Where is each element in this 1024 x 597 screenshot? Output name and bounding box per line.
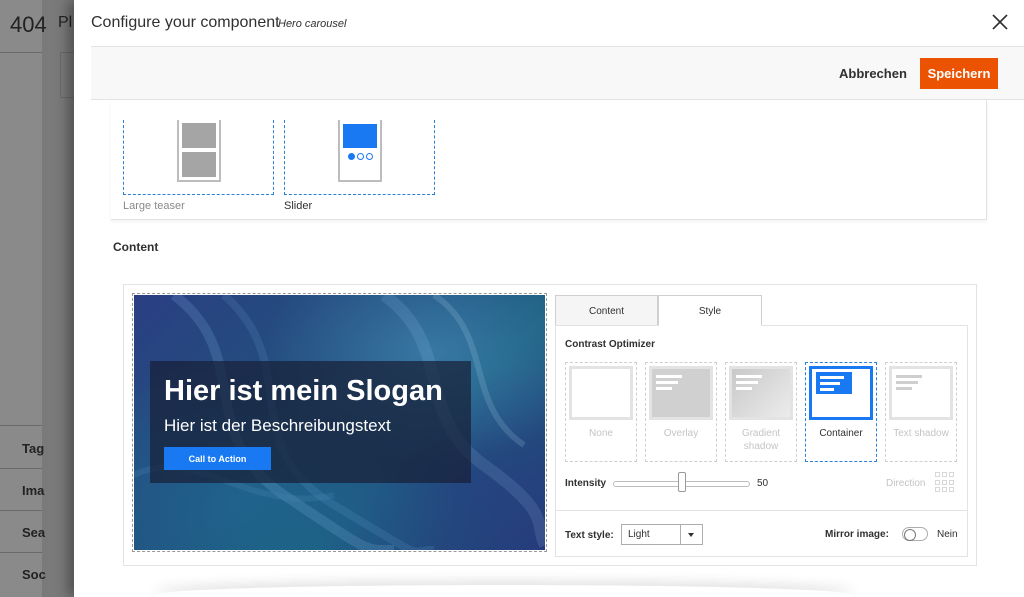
- hero-description[interactable]: Hier ist der Beschreibungstext: [164, 416, 391, 436]
- contrast-option-label: Overlay: [663, 428, 699, 439]
- intensity-value: 50: [757, 478, 769, 489]
- background-block: [60, 52, 74, 98]
- thumbnail-text-line: [736, 381, 758, 384]
- next-section-edge: [154, 585, 854, 597]
- contrast-option-text-shadow[interactable]: Text shadow: [885, 362, 957, 462]
- mirror-image-toggle[interactable]: [902, 527, 928, 541]
- thumbnail-text-line: [656, 381, 678, 384]
- text-container-overlay: Hier ist mein Slogan Hier ist der Beschr…: [150, 361, 471, 483]
- contrast-optimizer-label: Contrast Optimizer: [565, 339, 656, 350]
- background-divider: [0, 425, 42, 426]
- background-side-item: Soc: [22, 567, 46, 582]
- direction-label: Direction: [886, 478, 926, 489]
- tab-style[interactable]: Style: [658, 295, 762, 326]
- content-editor-panel: Hier ist mein Slogan Hier ist der Beschr…: [123, 284, 977, 566]
- action-bar: Abbrechen Speichern: [91, 46, 1024, 100]
- large-teaser-icon-block: [182, 123, 216, 148]
- close-icon: [992, 14, 1008, 30]
- thumbnail-text-line: [820, 382, 840, 385]
- background-title-fragment: Pl: [58, 14, 73, 31]
- thumbnail-text-line: [896, 387, 912, 390]
- layout-option-slider[interactable]: [284, 120, 435, 195]
- slider-icon-image: [343, 124, 377, 148]
- background-divider: [0, 52, 42, 53]
- contrast-option-label: Gradient shadow: [741, 428, 781, 452]
- contrast-container-thumbnail: [809, 366, 873, 420]
- background-side-item: Tag: [22, 441, 45, 456]
- content-section-heading: Content: [113, 240, 159, 254]
- configure-component-modal: Configure your component Hero carousel A…: [74, 0, 1024, 597]
- layout-label-slider: Slider: [284, 200, 313, 212]
- slider-icon-dot: [357, 153, 364, 160]
- contrast-text-shadow-thumbnail: [889, 366, 953, 420]
- slider-icon: [338, 120, 382, 182]
- mirror-image-label: Mirror image:: [825, 529, 889, 540]
- chevron-down-icon: [680, 525, 702, 544]
- style-settings-panel: Content Style Contrast Optimizer None Ov…: [555, 295, 968, 557]
- modal-subtitle: Hero carousel: [278, 18, 347, 30]
- contrast-gradient-thumbnail: [729, 366, 793, 420]
- layout-option-large-teaser[interactable]: [123, 120, 274, 195]
- thumbnail-text-line: [656, 375, 682, 378]
- contrast-option-label: None: [589, 428, 613, 439]
- hero-preview[interactable]: Hier ist mein Slogan Hier ist der Beschr…: [132, 293, 547, 552]
- style-tab-body: Contrast Optimizer None Overlay Gradient…: [555, 325, 968, 557]
- direction-grid-icon: [935, 472, 956, 493]
- thumbnail-text-line: [896, 375, 922, 378]
- contrast-option-label: Container: [819, 428, 863, 439]
- contrast-option-gradient-shadow[interactable]: Gradient shadow: [725, 362, 797, 462]
- contrast-option-container[interactable]: Container: [805, 362, 877, 462]
- text-style-label: Text style:: [565, 530, 614, 541]
- contrast-none-thumbnail: [569, 366, 633, 420]
- save-button[interactable]: Speichern: [920, 58, 998, 89]
- thumbnail-container-block: [816, 372, 852, 394]
- contrast-overlay-thumbnail: [649, 366, 713, 420]
- thumbnail-text-line: [736, 375, 762, 378]
- modal-title: Configure your component: [91, 14, 280, 31]
- layout-selector: Large teaser Slider: [111, 100, 987, 220]
- contrast-option-overlay[interactable]: Overlay: [645, 362, 717, 462]
- thumbnail-text-line: [656, 387, 672, 390]
- thumbnail-text-line: [736, 387, 752, 390]
- text-style-select[interactable]: Light: [621, 524, 703, 545]
- thumbnail-text-line: [896, 381, 918, 384]
- intensity-slider-handle[interactable]: [677, 472, 686, 492]
- layout-label-large-teaser: Large teaser: [123, 200, 185, 212]
- large-teaser-icon-block: [182, 152, 216, 177]
- mirror-image-value: Nein: [937, 529, 958, 540]
- slider-icon-dot: [348, 153, 355, 160]
- background-divider: [0, 552, 42, 553]
- background-side-item: Ima: [22, 483, 45, 498]
- cancel-button[interactable]: Abbrechen: [839, 66, 907, 81]
- background-side-item: Sea: [22, 525, 46, 540]
- slider-icon-dot: [366, 153, 373, 160]
- background-divider: [0, 510, 42, 511]
- tab-content[interactable]: Content: [555, 295, 658, 326]
- thumbnail-text-line: [820, 388, 834, 391]
- intensity-label: Intensity: [565, 478, 607, 489]
- large-teaser-icon: [177, 120, 221, 182]
- modal-header: Configure your component Hero carousel: [74, 0, 1024, 46]
- contrast-option-none[interactable]: None: [565, 362, 637, 462]
- thumbnail-text-line: [820, 376, 844, 379]
- style-divider: [556, 510, 967, 511]
- background-page-number: 404: [10, 12, 47, 37]
- close-button[interactable]: [990, 12, 1010, 32]
- hero-slogan[interactable]: Hier ist mein Slogan: [164, 375, 443, 408]
- background-divider: [0, 468, 42, 469]
- contrast-option-label: Text shadow: [893, 428, 949, 439]
- call-to-action-button[interactable]: Call to Action: [164, 447, 271, 470]
- text-style-selected-value: Light: [628, 529, 650, 540]
